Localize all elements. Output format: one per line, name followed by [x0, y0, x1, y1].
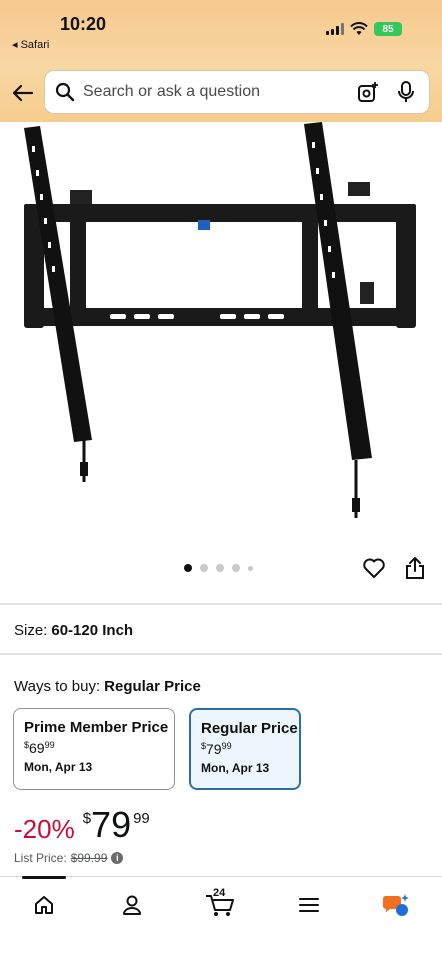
menu-icon [299, 898, 319, 912]
rufus-icon [382, 894, 409, 916]
discount-percent: -20% [14, 814, 75, 844]
home-icon [35, 896, 53, 914]
tab-menu[interactable] [287, 891, 331, 919]
option-price: $7999 [201, 741, 232, 757]
back-arrow-icon[interactable] [10, 80, 36, 106]
battery-level: 85 [382, 23, 394, 35]
account-icon [123, 895, 141, 915]
prime-price-option[interactable]: Prime Member Price $6999 Mon, Apr 13 [13, 708, 175, 790]
price-whole: 79 [91, 804, 132, 845]
option-title: Prime Member Price [24, 719, 169, 736]
search-input[interactable] [83, 83, 357, 101]
tab-account[interactable] [110, 891, 154, 919]
cellular-signal-icon [326, 23, 344, 35]
regular-price-option[interactable]: Regular Price $7999 Mon, Apr 13 [189, 708, 301, 790]
divider [0, 603, 442, 605]
wifi-icon [350, 22, 368, 35]
option-date: Mon, Apr 13 [24, 760, 93, 774]
share-icon[interactable] [404, 556, 426, 580]
back-to-safari-link[interactable]: ◂ Safari [12, 38, 49, 51]
tab-rufus[interactable] [374, 891, 418, 919]
option-title: Regular Price [201, 720, 298, 737]
heart-icon[interactable] [362, 556, 386, 580]
status-time: 10:20 [60, 14, 107, 34]
tab-cart[interactable]: 24 [198, 887, 242, 919]
carousel-dot[interactable] [200, 564, 208, 572]
price-block: -20% $ 79 99 [14, 806, 150, 845]
image-carousel-dots[interactable] [184, 564, 253, 572]
carousel-dot[interactable] [248, 565, 253, 571]
mount-frame [24, 204, 416, 328]
battery-icon: 85 [374, 22, 402, 36]
price-currency: $ [82, 810, 92, 827]
cart-count-badge: 24 [213, 887, 226, 899]
list-price-label: List Price: [14, 851, 67, 865]
size-selector[interactable]: Size: 60-120 Inch [14, 622, 133, 639]
option-date: Mon, Apr 13 [201, 761, 270, 775]
list-price: List Price: $99.99 i [14, 851, 124, 865]
status-icons: 85 [326, 22, 402, 36]
bottom-tab-bar: 24 [0, 876, 442, 960]
product-image[interactable] [0, 122, 442, 552]
size-label: Size: [14, 622, 48, 639]
ways-to-buy-label: Ways to buy: [14, 678, 101, 695]
list-price-value: $99.99 [70, 851, 108, 865]
price-fraction: 99 [133, 810, 150, 827]
info-icon[interactable]: i [111, 852, 124, 864]
option-price: $6999 [24, 740, 55, 756]
carousel-dot[interactable] [232, 564, 240, 572]
ways-to-buy-value: Regular Price [104, 678, 201, 695]
microphone-icon[interactable] [397, 81, 415, 103]
camera-search-icon[interactable] [357, 81, 379, 103]
search-bar[interactable] [44, 70, 430, 114]
carousel-dot[interactable] [184, 564, 192, 572]
divider [0, 653, 442, 655]
search-icon [55, 82, 75, 102]
ways-to-buy: Ways to buy: Regular Price [14, 678, 201, 695]
carousel-dot[interactable] [216, 564, 224, 572]
size-value: 60-120 Inch [51, 622, 134, 639]
tab-home[interactable] [22, 891, 66, 919]
active-tab-indicator [22, 876, 66, 879]
